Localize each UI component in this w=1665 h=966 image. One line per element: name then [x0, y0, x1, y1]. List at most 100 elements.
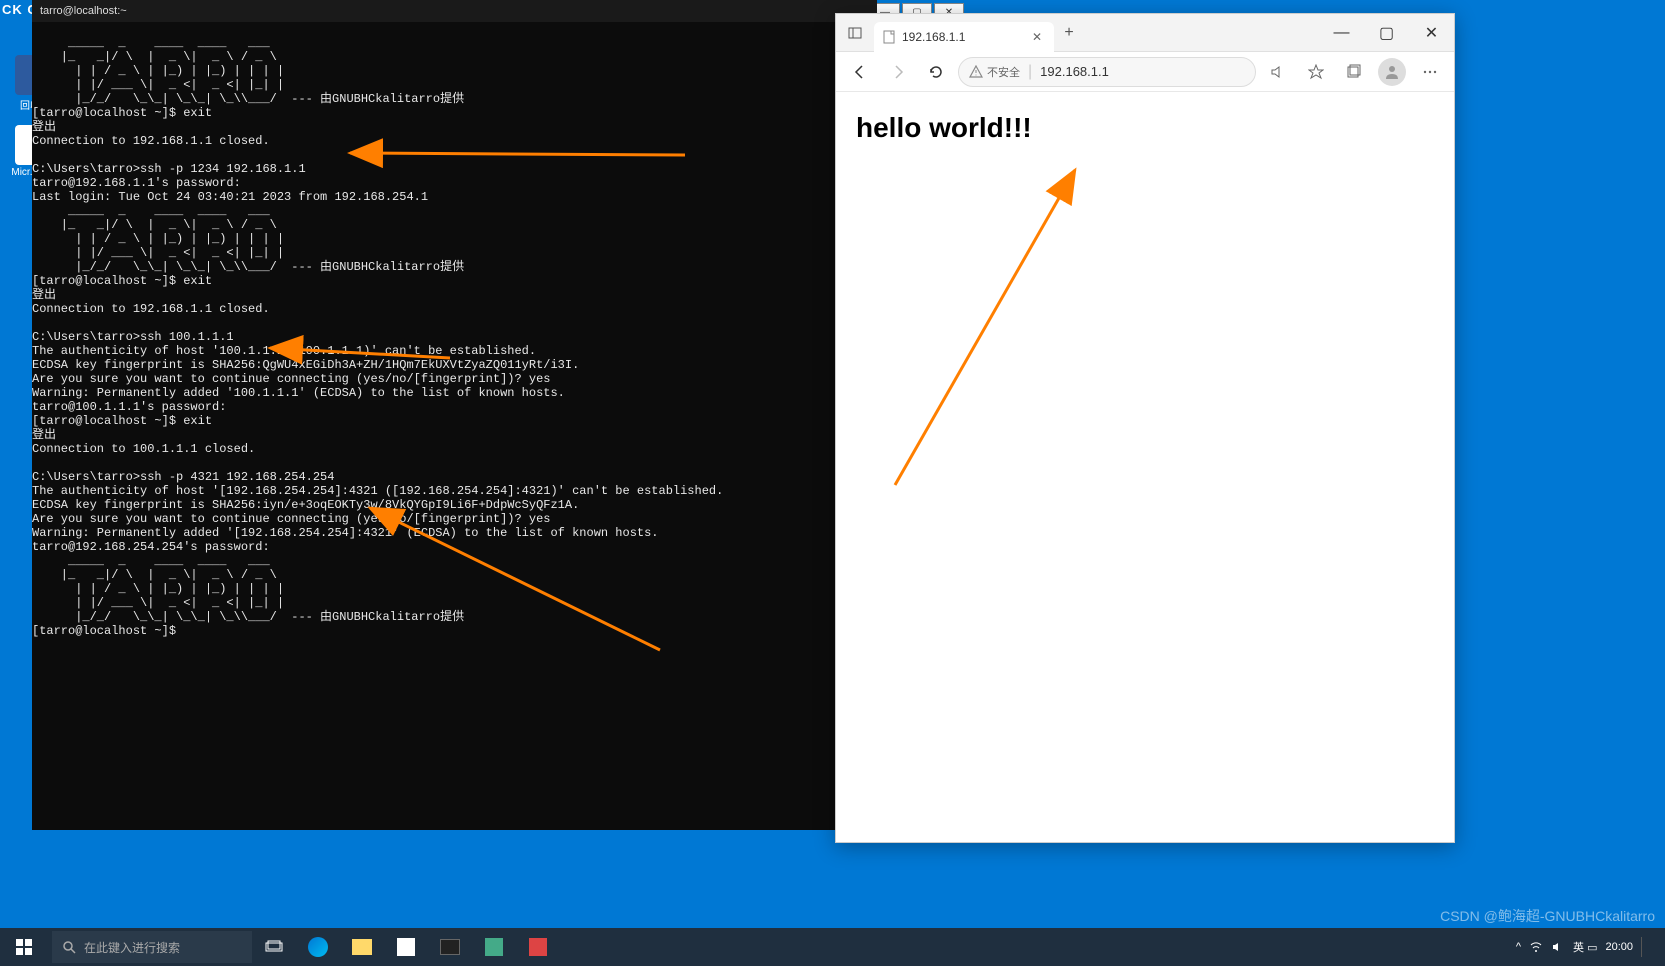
task-item-terminal[interactable]: [428, 928, 472, 966]
volume-icon[interactable]: [1551, 940, 1565, 954]
browser-titlebar[interactable]: 192.168.1.1 ✕ + — ▢ ✕: [836, 14, 1454, 52]
taskbar-search[interactable]: 在此键入进行搜索: [52, 931, 252, 963]
terminal-line: [tarro@localhost ~]$: [32, 624, 176, 638]
terminal-line: tarro@192.168.254.254's password:: [32, 540, 270, 554]
forward-button[interactable]: [882, 56, 914, 88]
read-aloud-icon: [1270, 64, 1286, 80]
forward-icon: [890, 64, 906, 80]
address-bar[interactable]: 不安全 |: [958, 57, 1256, 87]
watermark: CSDN @鲍海超-GNUBHCkalitarro: [1440, 906, 1655, 926]
profile-button[interactable]: [1376, 56, 1408, 88]
terminal-line: [tarro@localhost ~]$ exit: [32, 414, 212, 428]
tab-close-button[interactable]: ✕: [1028, 28, 1046, 46]
task-item-app2[interactable]: [516, 928, 560, 966]
new-tab-button[interactable]: +: [1054, 24, 1084, 42]
maximize-button[interactable]: ▢: [1364, 14, 1409, 52]
menu-button[interactable]: [1414, 56, 1446, 88]
security-badge[interactable]: 不安全: [969, 64, 1020, 80]
terminal-line: Connection to 192.168.1.1 closed.: [32, 302, 270, 316]
credit-text-1: --- 由GNUBHCkalitarro提供: [291, 92, 464, 106]
terminal-line: [tarro@localhost ~]$ exit: [32, 274, 212, 288]
search-placeholder: 在此键入进行搜索: [84, 939, 180, 956]
task-item-explorer[interactable]: [340, 928, 384, 966]
back-icon: [852, 64, 868, 80]
ascii-art-1: _____ _ ____ ____ ___ |_ _|/ \ | _ \| _ …: [32, 36, 284, 106]
taskview-icon: [265, 940, 283, 954]
ime-text[interactable]: 英 ▭: [1573, 939, 1597, 955]
time-text: 20:00: [1605, 941, 1633, 953]
ascii-art-3: _____ _ ____ ____ ___ |_ _|/ \ | _ \| _ …: [32, 554, 284, 624]
terminal-line: C:\Users\tarro>ssh -p 4321 192.168.254.2…: [32, 470, 334, 484]
profile-avatar-icon: [1378, 58, 1406, 86]
browser-toolbar: 不安全 |: [836, 52, 1454, 92]
app-icon: [485, 938, 503, 956]
terminal-taskbar-icon: [440, 939, 460, 955]
terminal-line: [tarro@localhost ~]$ exit: [32, 106, 212, 120]
terminal-title: tarro@localhost:~: [40, 5, 127, 17]
warning-icon: [969, 65, 983, 79]
collections-button[interactable]: [1338, 56, 1370, 88]
app-icon: [529, 938, 547, 956]
url-input[interactable]: [1040, 64, 1245, 79]
terminal-line: Warning: Permanently added '[192.168.254…: [32, 526, 659, 540]
terminal-line: tarro@100.1.1.1's password:: [32, 400, 226, 414]
back-button[interactable]: [844, 56, 876, 88]
terminal-line: C:\Users\tarro>ssh -p 1234 192.168.1.1: [32, 162, 306, 176]
minimize-button[interactable]: —: [1319, 14, 1364, 52]
windows-icon: [16, 939, 32, 955]
terminal-line: 登出: [32, 120, 56, 134]
close-button[interactable]: ✕: [1409, 14, 1454, 52]
browser-content: hello world!!!: [836, 92, 1454, 164]
system-tray[interactable]: ^ 英 ▭ 20:00: [1516, 937, 1665, 957]
explorer-icon: [352, 939, 372, 955]
store-icon: [397, 938, 415, 956]
collections-icon: [1346, 64, 1362, 80]
terminal-line: The authenticity of host '100.1.1.1 (100…: [32, 344, 536, 358]
terminal-line: Are you sure you want to continue connec…: [32, 372, 550, 386]
credit-text-3: --- 由GNUBHCkalitarro提供: [291, 610, 464, 624]
page-heading: hello world!!!: [856, 112, 1434, 144]
edge-taskbar-icon: [308, 937, 328, 957]
task-item-edge[interactable]: [296, 928, 340, 966]
menu-icon: [1422, 64, 1438, 80]
terminal-line: 登出: [32, 428, 56, 442]
show-desktop-button[interactable]: [1641, 937, 1655, 957]
page-icon: [882, 30, 896, 44]
clock[interactable]: 20:00: [1605, 941, 1633, 953]
task-item-store[interactable]: [384, 928, 428, 966]
credit-text-2: --- 由GNUBHCkalitarro提供: [291, 260, 464, 274]
terminal-line: ECDSA key fingerprint is SHA256:iyn/e+3o…: [32, 498, 579, 512]
terminal-line: 登出: [32, 288, 56, 302]
terminal-titlebar[interactable]: tarro@localhost:~: [32, 0, 877, 22]
window-controls: — ▢ ✕: [1319, 14, 1454, 52]
taskbar[interactable]: 在此键入进行搜索 ^ 英 ▭ 20:00: [0, 928, 1665, 966]
browser-window[interactable]: 192.168.1.1 ✕ + — ▢ ✕ 不安全 |: [835, 13, 1455, 843]
terminal-line: Last login: Tue Oct 24 03:40:21 2023 fro…: [32, 190, 428, 204]
terminal-line: Are you sure you want to continue connec…: [32, 512, 550, 526]
terminal-line: ECDSA key fingerprint is SHA256:QgWU4xEG…: [32, 358, 579, 372]
separator: |: [1028, 63, 1032, 81]
terminal-line: Connection to 192.168.1.1 closed.: [32, 134, 270, 148]
refresh-button[interactable]: [920, 56, 952, 88]
taskview-button[interactable]: [252, 928, 296, 966]
ascii-art-2: _____ _ ____ ____ ___ |_ _|/ \ | _ \| _ …: [32, 204, 284, 274]
read-aloud-button[interactable]: [1262, 56, 1294, 88]
security-text: 不安全: [987, 64, 1020, 80]
favorites-button[interactable]: [1300, 56, 1332, 88]
tab-actions-button[interactable]: [836, 14, 874, 52]
tab-title: 192.168.1.1: [902, 30, 965, 44]
terminal-window[interactable]: tarro@localhost:~ _____ _ ____ ____ ___ …: [32, 0, 877, 830]
start-button[interactable]: [0, 928, 48, 966]
terminal-line: C:\Users\tarro>ssh 100.1.1.1: [32, 330, 234, 344]
refresh-icon: [928, 64, 944, 80]
network-icon[interactable]: [1529, 940, 1543, 954]
terminal-line: Warning: Permanently added '100.1.1.1' (…: [32, 386, 565, 400]
tray-expand-icon[interactable]: ^: [1516, 941, 1521, 953]
star-icon: [1308, 64, 1324, 80]
browser-tab[interactable]: 192.168.1.1 ✕: [874, 22, 1054, 52]
search-icon: [62, 940, 76, 954]
terminal-content[interactable]: _____ _ ____ ____ ___ |_ _|/ \ | _ \| _ …: [32, 22, 877, 652]
terminal-line: The authenticity of host '[192.168.254.2…: [32, 484, 723, 498]
terminal-line: Connection to 100.1.1.1 closed.: [32, 442, 255, 456]
task-item-app1[interactable]: [472, 928, 516, 966]
